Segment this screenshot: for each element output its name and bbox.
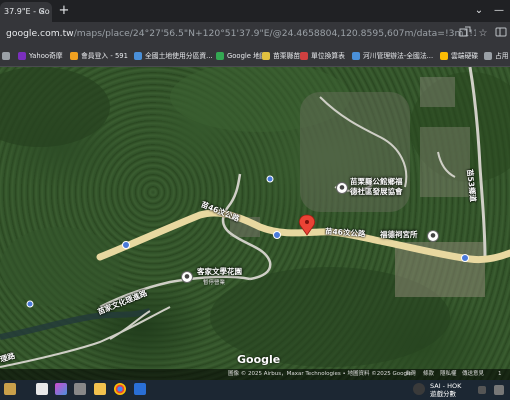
chevron-down-icon[interactable]: ⌄ <box>470 0 488 22</box>
satellite-map[interactable]: 苗46汶公路 苗46汶公路 苗53鄉道 苗家文化理進路 理路 ● 苗栗縣公館鄉福… <box>0 67 510 380</box>
yahoo-icon <box>18 52 26 60</box>
bookmark-label: 雲端硬碟 <box>451 52 479 60</box>
bookmarks-bar: Yahoo奇摩 會員登入 - 591 全國土地使用分區資... Google 地… <box>0 46 510 67</box>
poi-association-line2[interactable]: 德社區發展協會 <box>350 187 403 196</box>
poi-hakka-garden[interactable]: 客家文學花園 <box>197 267 242 276</box>
poi-temple[interactable]: 福德祠宮所 <box>380 230 418 239</box>
google-maps-icon <box>216 52 224 60</box>
attribution-region[interactable]: 台灣 <box>405 369 416 380</box>
google-logo: Google <box>237 353 281 366</box>
task-view-icon[interactable] <box>36 383 48 395</box>
bookmark-land-use[interactable]: 全國土地使用分區資... <box>134 48 213 64</box>
poi-hakka-garden-status: 暫停營業 <box>203 280 226 286</box>
close-icon[interactable]: × <box>36 4 48 20</box>
url-host: google.com.tw <box>6 28 74 39</box>
address-bar[interactable]: google.com.tw/maps/place/24°27'56.5"N+12… <box>0 25 476 43</box>
miaoli-icon <box>262 52 270 60</box>
taskbar: SAI - HOK 遊戲分數 <box>0 380 510 400</box>
bookmark-folder[interactable] <box>2 48 13 64</box>
bookmark-label: 河川管理辦法-全國法... <box>363 52 434 60</box>
chrome-icon[interactable] <box>114 383 126 395</box>
attribution-terms[interactable]: 條款 <box>423 369 434 380</box>
attribution-scale: 1 <box>498 371 502 377</box>
poi-association-line1[interactable]: 苗栗縣公館鄉福 <box>350 177 403 186</box>
bookmark-favicon <box>484 52 492 60</box>
game-avatar-icon[interactable] <box>413 383 425 395</box>
share-icon[interactable] <box>458 26 472 42</box>
bookmark-label: Yahoo奇摩 <box>29 52 63 60</box>
google-drive-icon <box>440 52 448 60</box>
chevron-up-icon[interactable] <box>478 386 486 394</box>
outlook-icon[interactable] <box>134 383 146 395</box>
network-icon[interactable] <box>494 385 504 395</box>
address-bar-row: google.com.tw/maps/place/24°27'56.5"N+12… <box>0 22 510 46</box>
map-attribution-bar: 圖像 © 2025 Airbus，Maxar Technologies • 地圖… <box>0 369 510 380</box>
extension-icon[interactable] <box>494 26 508 42</box>
bookmark-label: 會員登入 - 591 <box>81 52 128 60</box>
bookmark-label: 單位換算表 <box>311 52 345 60</box>
file-explorer-icon[interactable] <box>94 383 106 395</box>
bookmark-label: Google 地圖 <box>227 52 267 60</box>
tab-bar: 37.9"E - Go × + ⌄ — <box>0 0 510 22</box>
units-icon <box>300 52 308 60</box>
minimize-button[interactable]: — <box>490 0 508 22</box>
attribution-text: 圖像 © 2025 Airbus，Maxar Technologies • 地圖… <box>228 371 412 377</box>
attribution-privacy[interactable]: 隱私權 <box>440 369 457 380</box>
bookmark-591[interactable]: 會員登入 - 591 <box>70 48 128 64</box>
new-tab-button[interactable]: + <box>56 2 72 20</box>
app-icon[interactable] <box>74 383 86 395</box>
tray-subtitle: 遊戲分數 <box>430 390 456 398</box>
attribution-feedback[interactable]: 傳送意見 <box>462 369 484 380</box>
bookmark-drive[interactable]: 雲端硬碟 <box>440 48 478 64</box>
land-use-icon <box>134 52 142 60</box>
url-path: /maps/place/24°27'56.5"N+120°51'37.9"E/@… <box>73 28 476 39</box>
bookmark-label: 全國土地使用分區資... <box>145 52 213 60</box>
copilot-icon[interactable] <box>55 383 67 395</box>
bookmark-other[interactable]: 占用 <box>484 48 509 64</box>
bookmark-google-maps[interactable]: Google 地圖 <box>216 48 267 64</box>
bookmark-favicon <box>2 52 10 60</box>
community-center-icon[interactable]: ● <box>336 182 348 194</box>
widget-icon[interactable] <box>4 383 16 395</box>
temple-icon[interactable]: ● <box>427 230 439 242</box>
bookmark-label: 占用 <box>495 52 509 60</box>
law-icon <box>352 52 360 60</box>
591-icon <box>70 52 78 60</box>
tray-title[interactable]: SAI - HOK <box>430 382 461 390</box>
star-icon[interactable]: ☆ <box>476 26 490 42</box>
bookmark-river-law[interactable]: 河川管理辦法-全國法... <box>352 48 433 64</box>
tab-google-maps[interactable]: 37.9"E - Go × <box>0 2 52 22</box>
garden-icon[interactable]: ● <box>181 271 193 283</box>
bookmark-yahoo[interactable]: Yahoo奇摩 <box>18 48 63 64</box>
map-roads-layer <box>0 67 510 368</box>
bookmark-units[interactable]: 單位換算表 <box>300 48 345 64</box>
